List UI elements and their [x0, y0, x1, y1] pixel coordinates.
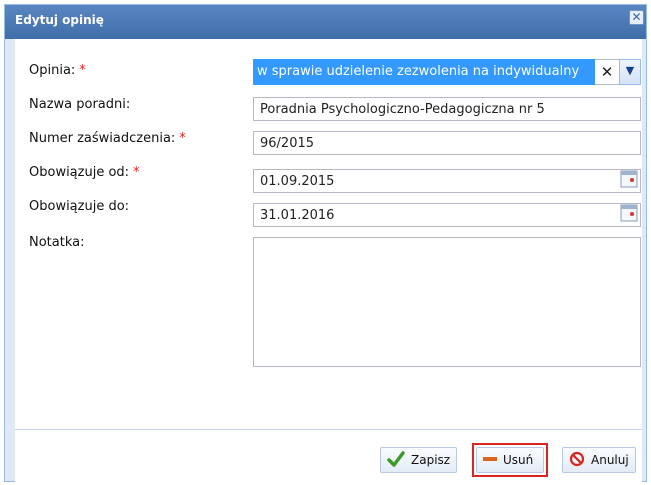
required-asterisk: *	[79, 63, 86, 78]
required-asterisk: *	[133, 165, 140, 180]
calendar-icon[interactable]	[619, 203, 639, 223]
opinia-selected-value[interactable]: w sprawie udzielenie zezwolenia na indyw…	[253, 59, 595, 85]
cancel-button[interactable]: Anuluj	[562, 447, 636, 473]
delete-button-label: Usuń	[503, 453, 534, 467]
notatka-label: Notatka:	[29, 235, 85, 250]
checkmark-icon	[387, 450, 405, 470]
cancel-button-label: Anuluj	[591, 453, 629, 467]
delete-button[interactable]: Usuń	[476, 447, 544, 473]
numer-zaswiadczenia-label-text: Numer zaświadczenia:	[29, 131, 176, 146]
required-asterisk: *	[179, 131, 186, 146]
numer-zaswiadczenia-label: Numer zaświadczenia: *	[29, 131, 186, 146]
dialog-footer: Zapisz Usuń Anuluj	[15, 429, 642, 482]
obowiazuje-od-field[interactable]: 01.09.2015	[253, 169, 641, 193]
opinia-label: Opinia: *	[29, 63, 86, 78]
minus-icon	[483, 453, 497, 467]
obowiazuje-od-label-text: Obowiązuje od:	[29, 165, 130, 180]
close-button[interactable]: ✕	[629, 10, 644, 25]
notatka-textarea[interactable]	[253, 237, 641, 367]
nazwa-poradni-label: Nazwa poradni:	[29, 97, 131, 112]
obowiazuje-od-label: Obowiązuje od: *	[29, 165, 140, 180]
calendar-icon[interactable]	[619, 169, 639, 189]
delete-button-highlight: Usuń	[472, 443, 548, 477]
opinia-label-text: Opinia:	[29, 63, 76, 78]
cancel-icon	[569, 451, 585, 470]
save-button-label: Zapisz	[411, 453, 451, 467]
edit-opinion-dialog: Edytuj opinię ✕ Opinia: * w sprawie udzie…	[4, 4, 647, 482]
nazwa-poradni-field[interactable]: Poradnia Psychologiczno-Pedagogiczna nr …	[253, 97, 641, 121]
chevron-down-icon[interactable]: ▼	[619, 59, 641, 85]
opinia-combobox[interactable]: w sprawie udzielenie zezwolenia na indyw…	[253, 59, 643, 85]
numer-zaswiadczenia-field[interactable]: 96/2015	[253, 131, 641, 155]
dialog-title: Edytuj opinię	[15, 13, 104, 27]
save-button[interactable]: Zapisz	[380, 447, 458, 473]
dialog-title-bar[interactable]: Edytuj opinię ✕	[5, 5, 646, 39]
obowiazuje-do-label: Obowiązuje do:	[29, 199, 130, 214]
obowiazuje-do-field[interactable]: 31.01.2016	[253, 203, 641, 227]
dialog-body: Opinia: * w sprawie udzielenie zezwolenia…	[15, 39, 642, 429]
close-icon: ✕	[631, 10, 642, 24]
clear-icon[interactable]: ✕	[595, 59, 619, 85]
